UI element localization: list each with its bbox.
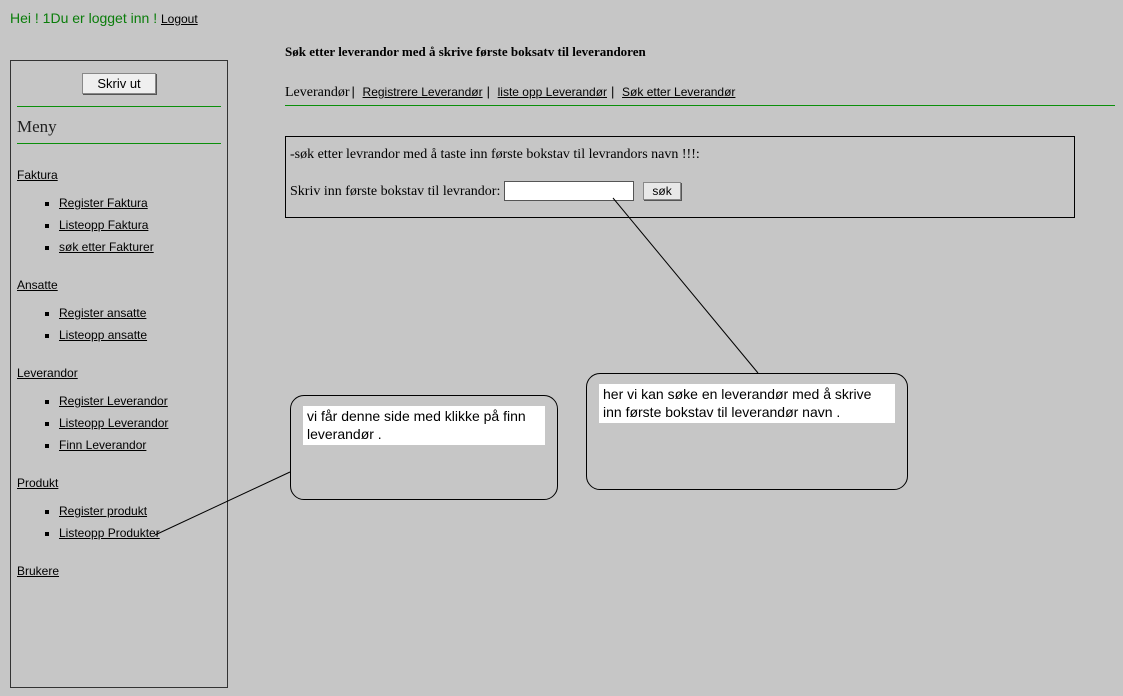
menu-section-produkt[interactable]: Produkt (17, 476, 221, 490)
breadcrumb: Leverandør| Registrere Leverandør| liste… (285, 84, 1115, 106)
breadcrumb-link[interactable]: liste opp Leverandør (496, 85, 609, 99)
logout-link[interactable]: Logout (161, 12, 198, 26)
main-content: Søk etter leverandor med å skrive første… (285, 38, 1123, 218)
menu-item[interactable]: søk etter Fakturer (59, 240, 221, 254)
breadcrumb-lead: Leverandør (285, 85, 350, 100)
search-box: -søk etter levrandor med å taste inn før… (285, 136, 1075, 218)
menu-list-leverandor: Register Leverandor Listeopp Leverandor … (17, 394, 221, 452)
search-button[interactable]: søk (643, 182, 680, 200)
divider (17, 143, 221, 144)
menu-section-leverandor[interactable]: Leverandor (17, 366, 221, 380)
menu-item[interactable]: Register produkt (59, 504, 221, 518)
search-label: Skriv inn første bokstav til levrandor: (290, 184, 500, 199)
menu-section-brukere[interactable]: Brukere (17, 564, 221, 578)
page-title: Søk etter leverandor med å skrive første… (285, 44, 1113, 60)
callout-text: vi får denne side med klikke på finn lev… (303, 406, 545, 445)
menu-list-ansatte: Register ansatte Listeopp ansatte (17, 306, 221, 342)
menu-list-produkt: Register produkt Listeopp Produkter (17, 504, 221, 540)
menu-item[interactable]: Register Faktura (59, 196, 221, 210)
menu-section-faktura[interactable]: Faktura (17, 168, 221, 182)
callout-text: her vi kan søke en leverandør med å skri… (599, 384, 895, 423)
callout-note-2: her vi kan søke en leverandør med å skri… (586, 373, 908, 490)
menu-section-ansatte[interactable]: Ansatte (17, 278, 221, 292)
print-button[interactable]: Skriv ut (82, 73, 155, 94)
breadcrumb-link[interactable]: Registrere Leverandør (361, 85, 485, 99)
breadcrumb-link[interactable]: Søk etter Leverandør (620, 85, 737, 99)
menu-item[interactable]: Register ansatte (59, 306, 221, 320)
sidebar[interactable]: Skriv ut Meny Faktura Register Faktura L… (10, 60, 228, 688)
login-status-bar: Hei ! 1Du er logget inn ! Logout (0, 0, 1123, 32)
logged-in-text: Du er logget inn ! (50, 10, 157, 26)
menu-item[interactable]: Listeopp Leverandor (59, 416, 221, 430)
menu-item-finn-leverandor[interactable]: Finn Leverandor (59, 438, 221, 452)
search-instruction: -søk etter levrandor med å taste inn før… (290, 147, 1070, 163)
callout-note-1: vi får denne side med klikke på finn lev… (290, 395, 558, 500)
menu-list-faktura: Register Faktura Listeopp Faktura søk et… (17, 196, 221, 254)
menu-item[interactable]: Listeopp Produkter (59, 526, 221, 540)
menu-item[interactable]: Register Leverandor (59, 394, 221, 408)
divider (17, 106, 221, 107)
menu-title: Meny (17, 117, 221, 137)
menu-item[interactable]: Listeopp Faktura (59, 218, 221, 232)
menu-item[interactable]: Listeopp ansatte (59, 328, 221, 342)
search-input[interactable] (504, 181, 634, 201)
greeting-prefix: Hei ! 1 (10, 10, 50, 26)
